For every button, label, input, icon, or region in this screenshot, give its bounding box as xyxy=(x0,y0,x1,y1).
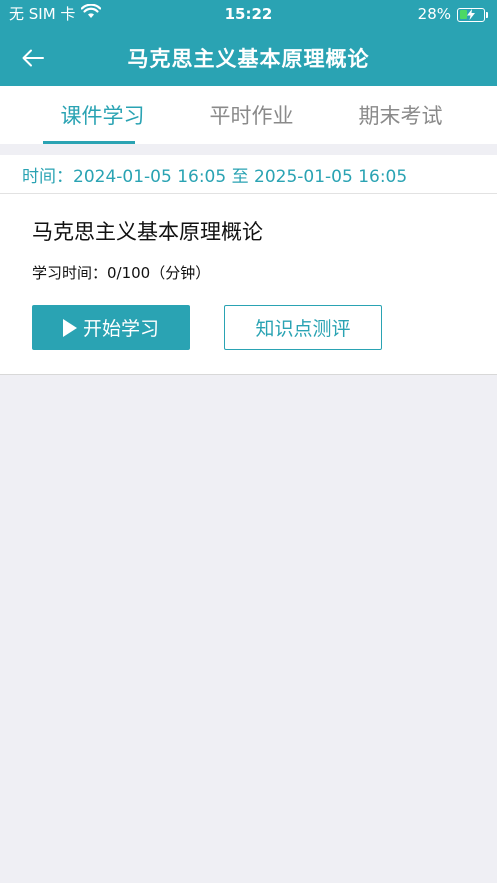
play-icon xyxy=(62,318,77,337)
section-gap xyxy=(0,144,497,155)
back-button[interactable] xyxy=(18,43,48,73)
tab-bar: 课件学习 平时作业 期末考试 xyxy=(0,86,497,144)
page-title: 马克思主义基本原理概论 xyxy=(127,46,370,71)
start-study-button[interactable]: 开始学习 xyxy=(32,305,190,350)
top-bar: 无 SIM 卡 15:22 28% 马克思主义基本原理概论 xyxy=(0,0,497,86)
app-root: 无 SIM 卡 15:22 28% 马克思主义基本原理概论 课件学习 平时作业 … xyxy=(0,0,497,883)
battery-percent: 28% xyxy=(417,5,451,23)
status-right: 28% xyxy=(417,0,488,29)
status-bar: 无 SIM 卡 15:22 28% xyxy=(0,0,497,29)
tab-homework[interactable]: 平时作业 xyxy=(177,86,326,144)
tab-courseware[interactable]: 课件学习 xyxy=(0,86,177,144)
nav-header: 马克思主义基本原理概论 xyxy=(0,29,497,86)
start-study-label: 开始学习 xyxy=(82,318,159,340)
arrow-left-icon xyxy=(22,49,44,66)
charging-bolt-icon xyxy=(467,9,475,20)
battery-icon xyxy=(457,7,488,22)
knowledge-assessment-button[interactable]: 知识点测评 xyxy=(224,305,382,350)
study-time: 学习时间：0/100（分钟） xyxy=(32,264,211,282)
course-title: 马克思主义基本原理概论 xyxy=(32,220,263,244)
battery-level xyxy=(459,10,467,19)
time-range: 时间：2024-01-05 16:05 至 2025-01-05 16:05 xyxy=(0,155,497,194)
card-actions: 开始学习 知识点测评 xyxy=(32,305,497,350)
course-card: 马克思主义基本原理概论 学习时间：0/100（分钟） 开始学习 知识点测评 xyxy=(0,194,497,375)
tab-final-exam[interactable]: 期末考试 xyxy=(326,86,497,144)
